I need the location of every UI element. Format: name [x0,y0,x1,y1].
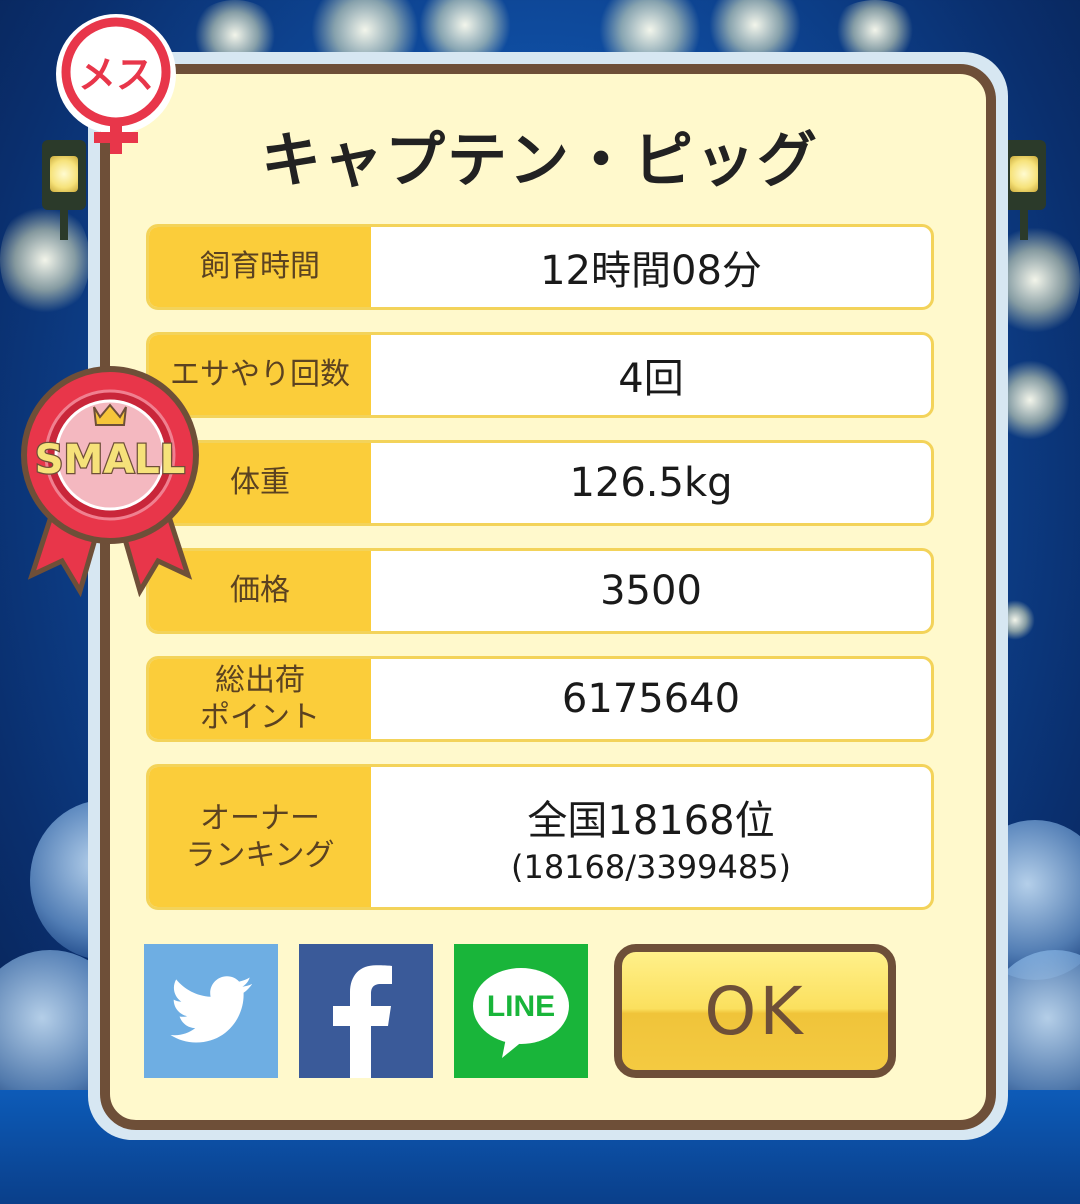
stat-value: 全国18168位 (18168/3399485) [371,767,931,907]
stat-value-text: 全国18168位 [527,798,775,844]
background-light [830,0,920,60]
stat-row-total-shipping-points: 総出荷 ポイント 6175640 [146,656,934,742]
stat-label: 総出荷 ポイント [149,659,371,739]
stat-label: オーナー ランキング [149,767,371,907]
ranking-detail: (18168/3399485) [510,848,792,886]
size-badge-label: SMALL [35,437,186,483]
ok-button-label: OK [704,972,806,1050]
twitter-share-button[interactable] [144,944,278,1078]
gender-badge-label: メス [78,53,154,97]
line-icon: LINE [473,968,569,1058]
line-icon-label: LINE [487,990,555,1023]
stat-value: 6175640 [371,659,931,739]
background-light [410,0,520,60]
stat-row-raising-time: 飼育時間 12時間08分 [146,224,934,310]
stat-value-text: 12時間08分 [540,248,762,294]
stat-value: 126.5kg [371,443,931,523]
stat-label: 飼育時間 [149,227,371,307]
stat-value: 12時間08分 [371,227,931,307]
stat-value-text: 3500 [600,568,702,614]
stat-value-text: 4回 [618,356,684,402]
size-ribbon-badge: SMALL [18,355,202,605]
line-share-button[interactable]: LINE [454,944,588,1078]
stat-row-price: 価格 3500 [146,548,934,634]
facebook-share-button[interactable] [299,944,433,1078]
stat-value-text: 6175640 [561,676,741,722]
facebook-icon [333,965,392,1078]
stat-value: 4回 [371,335,931,415]
twitter-bird-icon [170,976,253,1043]
stat-value: 3500 [371,551,931,631]
stat-row-feeding-count: エサやり回数 4回 [146,332,934,418]
ok-button[interactable]: OK [614,944,896,1078]
background-light [700,0,810,60]
stat-row-weight: 体重 126.5kg [146,440,934,526]
stat-value-text: 126.5kg [569,460,733,506]
female-badge-icon: メス [52,14,180,156]
stat-row-owner-ranking: オーナー ランキング 全国18168位 (18168/3399485) [146,764,934,910]
